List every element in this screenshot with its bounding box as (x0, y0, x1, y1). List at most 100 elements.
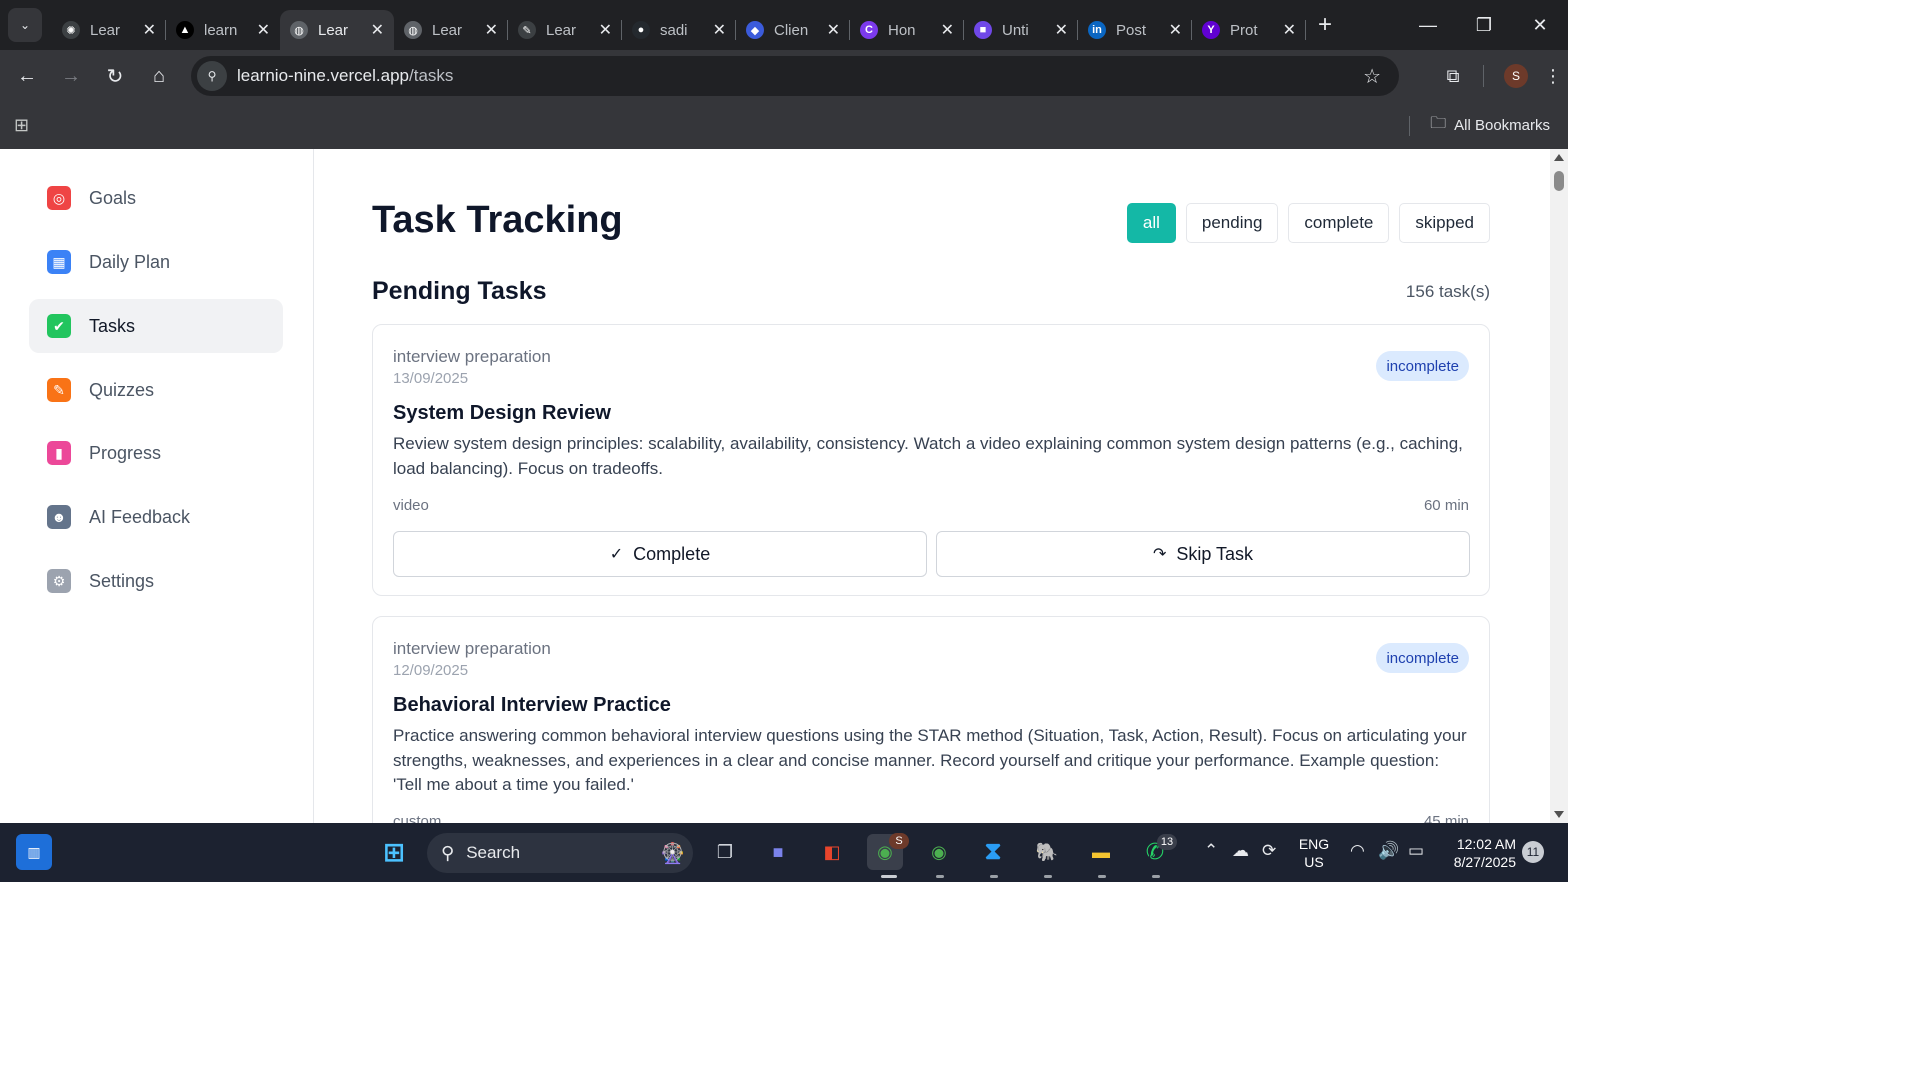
all-bookmarks[interactable]: 🗀 All Bookmarks (1409, 112, 1550, 139)
volume-icon[interactable]: 🔊 (1378, 841, 1399, 861)
tab-close-icon[interactable]: ✕ (485, 20, 498, 40)
restore-icon[interactable]: ❐ (1456, 15, 1512, 36)
search-highlight-icon: 🎡 (660, 842, 685, 865)
filter-complete-button[interactable]: complete (1288, 203, 1390, 243)
apps-grid-icon[interactable]: ⊞ (14, 115, 29, 136)
target-icon: ◎ (47, 186, 71, 210)
task-view-icon[interactable]: ❐ (707, 834, 743, 870)
filter-skipped-button[interactable]: skipped (1399, 203, 1490, 243)
sidebar-item-quizzes[interactable]: ✎ Quizzes (29, 363, 283, 417)
teams-icon[interactable]: ■ (760, 834, 796, 870)
tab-close-icon[interactable]: ✕ (941, 20, 954, 40)
browser-tab[interactable]: ✺ Lear ✕ (52, 10, 166, 50)
browser-tab[interactable]: ■ Unti ✕ (964, 10, 1078, 50)
toolbar-divider (1483, 65, 1484, 87)
tab-close-icon[interactable]: ✕ (371, 20, 384, 40)
tab-search-button[interactable]: ⌄ (8, 8, 42, 42)
bookmark-star-icon[interactable]: ☆ (1363, 64, 1381, 89)
browser-tab[interactable]: Y Prot ✕ (1192, 10, 1306, 50)
url-text[interactable]: learnio-nine.vercel.app/tasks (237, 66, 453, 86)
sidebar-item-daily-plan[interactable]: ▦ Daily Plan (29, 235, 283, 289)
page-scrollbar[interactable] (1550, 149, 1568, 823)
tab-close-icon[interactable]: ✕ (257, 20, 270, 40)
profile-avatar[interactable]: S (1504, 64, 1528, 88)
url-path: /tasks (409, 66, 454, 85)
sync-icon[interactable]: ⟳ (1262, 841, 1276, 861)
browser-tab[interactable]: C Hon ✕ (850, 10, 964, 50)
address-bar[interactable]: ⚲ learnio-nine.vercel.app/tasks ☆ (191, 56, 1399, 96)
scroll-up-icon[interactable] (1554, 154, 1564, 161)
office-icon[interactable]: ◧ (814, 834, 850, 870)
running-indicator (1098, 875, 1106, 878)
taskbar-search[interactable]: ⚲ Search 🎡 (427, 833, 693, 873)
close-window-icon[interactable]: ✕ (1512, 15, 1568, 36)
sidebar-item-goals[interactable]: ◎ Goals (29, 171, 283, 225)
clock[interactable]: 12:02 AM 8/27/2025 (1440, 835, 1516, 871)
browser-tab[interactable]: ◆ Clien ✕ (736, 10, 850, 50)
battery-icon[interactable]: ▭ (1408, 841, 1424, 861)
complete-label: Complete (633, 543, 711, 564)
notification-badge[interactable]: 11 (1522, 841, 1544, 863)
tab-title: Lear (546, 21, 577, 39)
browser-tab[interactable]: ◍ Lear ✕ (394, 10, 508, 50)
tab-close-icon[interactable]: ✕ (143, 20, 156, 40)
start-icon[interactable]: ⊞ (376, 834, 412, 870)
url-host: learnio-nine.vercel.app (237, 66, 409, 85)
tab-close-icon[interactable]: ✕ (713, 20, 726, 40)
app: ◎ Goals ▦ Daily Plan ✔ Tasks ✎ Quizzes ▮ Progress… (0, 149, 1550, 823)
tab-close-icon[interactable]: ✕ (599, 20, 612, 40)
browser-tab[interactable]: ▲ learn ✕ (166, 10, 280, 50)
sidebar-item-ai-feedback[interactable]: ☻ AI Feedback (29, 490, 283, 544)
calendar-icon: ▦ (47, 250, 71, 274)
vscode-icon[interactable]: ⧗ (975, 834, 1011, 870)
checkbox-icon: ✔ (47, 314, 71, 338)
browser-tab[interactable]: ● sadi ✕ (622, 10, 736, 50)
site-info-icon[interactable]: ⚲ (197, 61, 227, 91)
filter-pending-button[interactable]: pending (1185, 203, 1279, 243)
file-explorer-icon[interactable]: ▬ (1083, 834, 1119, 870)
tab-close-icon[interactable]: ✕ (827, 20, 840, 40)
extensions-icon[interactable]: ⧉ (1433, 66, 1473, 87)
tray-overflow-icon[interactable]: ⌃ (1204, 841, 1218, 861)
home-icon[interactable]: ⌂ (137, 65, 181, 88)
tab-close-icon[interactable]: ✕ (1169, 20, 1182, 40)
browser-tab[interactable]: ✎ Lear ✕ (508, 10, 622, 50)
sidebar-item-tasks[interactable]: ✔ Tasks (29, 299, 283, 353)
linkedin-icon: in (1088, 21, 1106, 39)
minimize-icon[interactable]: — (1400, 15, 1456, 36)
running-indicator (936, 875, 944, 878)
new-tab-button[interactable]: + (1318, 11, 1332, 39)
forward-icon[interactable]: → (49, 65, 93, 88)
tab-title: learn (204, 21, 238, 39)
task-title: System Design Review (393, 402, 611, 424)
filter-all-button[interactable]: all (1126, 203, 1176, 243)
scroll-thumb[interactable] (1554, 171, 1564, 191)
skip-arrow-icon: ↷ (1152, 546, 1167, 563)
onedrive-icon[interactable]: ☁ (1232, 841, 1249, 861)
wifi-icon[interactable]: ◠ (1350, 841, 1365, 861)
sidebar-item-settings[interactable]: ⚙ Settings (29, 554, 283, 608)
task-category: interview preparation (393, 639, 551, 658)
reload-icon[interactable]: ↻ (93, 64, 137, 89)
widgets-icon[interactable]: ▥ (16, 834, 52, 870)
complete-button[interactable]: ✓ Complete (393, 531, 927, 577)
tab-close-icon[interactable]: ✕ (1283, 20, 1296, 40)
scroll-down-icon[interactable] (1554, 811, 1564, 818)
back-icon[interactable]: ← (5, 65, 49, 88)
running-indicator (990, 875, 998, 878)
sidebar-item-progress[interactable]: ▮ Progress (29, 426, 283, 480)
postgres-icon[interactable]: 🐘 (1029, 834, 1065, 870)
sidebar-item-label: Settings (89, 570, 155, 591)
skip-task-button[interactable]: ↷ Skip Task (936, 531, 1470, 577)
tab-close-icon[interactable]: ✕ (1055, 20, 1068, 40)
sidebar: ◎ Goals ▦ Daily Plan ✔ Tasks ✎ Quizzes ▮ Progress… (0, 149, 314, 823)
menu-icon[interactable]: ⋮ (1538, 66, 1568, 87)
language-indicator[interactable]: ENG US (1294, 835, 1334, 871)
sidebar-item-label: Quizzes (89, 379, 155, 400)
sidebar-item-label: Progress (89, 442, 162, 463)
browser-tab[interactable]: ◍ Lear ✕ (280, 10, 394, 50)
task-duration: 45 min (1423, 813, 1469, 823)
sidebar-item-label: Tasks (89, 315, 136, 336)
chrome-profile-icon[interactable]: ◉ (921, 834, 957, 870)
browser-tab[interactable]: in Post ✕ (1078, 10, 1192, 50)
